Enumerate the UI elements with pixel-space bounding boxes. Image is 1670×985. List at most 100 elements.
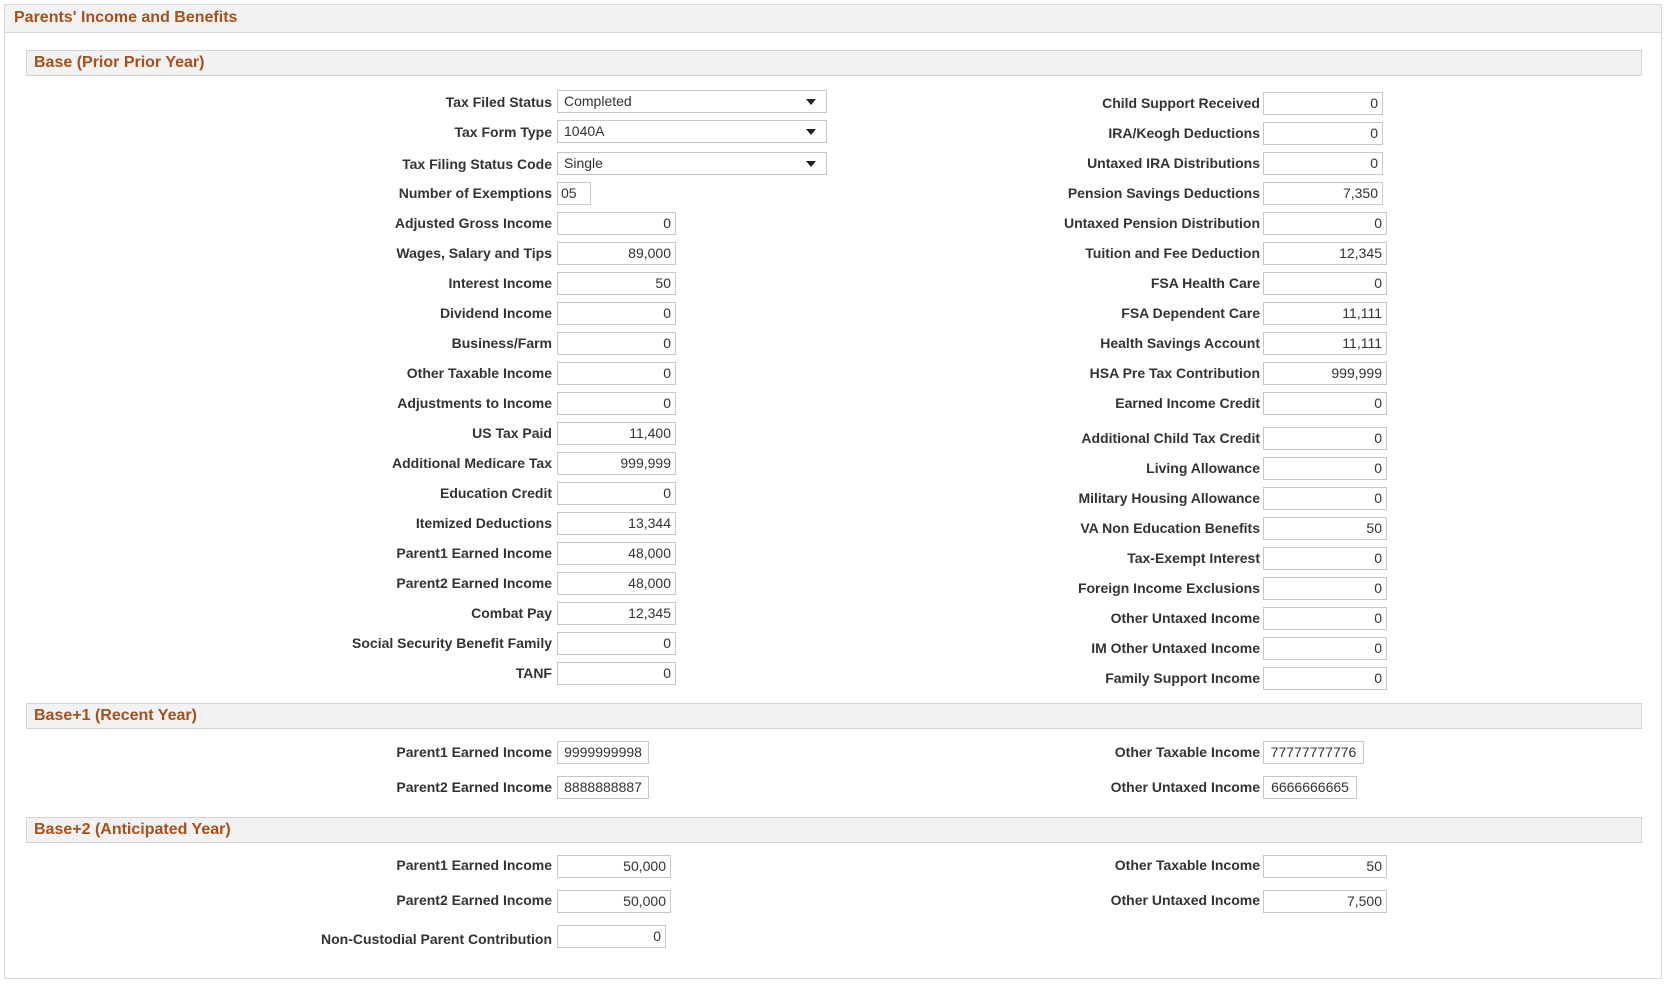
us-tax-paid-input[interactable]: 11,400 — [557, 422, 676, 445]
base2-parent2-earned-income-label: Parent2 Earned Income — [396, 892, 552, 908]
dividend-income-label: Dividend Income — [439, 305, 552, 321]
number-of-exemptions-input[interactable]: 05 — [557, 182, 591, 205]
tuition-fee-deduction-input[interactable]: 12,345 — [1263, 242, 1387, 265]
section-title-base1: Base+1 (Recent Year) — [34, 707, 197, 724]
base2-parent1-earned-income-input[interactable]: 50,000 — [557, 855, 671, 878]
health-savings-account-label: Health Savings Account — [1100, 335, 1260, 351]
section-title-base2: Base+2 (Anticipated Year) — [34, 821, 231, 838]
im-other-untaxed-income-input[interactable]: 0 — [1263, 637, 1387, 660]
tanf-input[interactable]: 0 — [557, 662, 676, 685]
fsa-health-care-input[interactable]: 0 — [1263, 272, 1387, 295]
military-housing-allowance-label: Military Housing Allowance — [1078, 490, 1260, 506]
untaxed-ira-distributions-input[interactable]: 0 — [1263, 152, 1383, 175]
additional-child-tax-credit-label: Additional Child Tax Credit — [1081, 430, 1260, 446]
combat-pay-input[interactable]: 12,345 — [557, 602, 676, 625]
base2-parent1-earned-income-label: Parent1 Earned Income — [396, 857, 552, 873]
untaxed-ira-distributions-label: Untaxed IRA Distributions — [1087, 155, 1260, 171]
family-support-income-label: Family Support Income — [1105, 670, 1260, 686]
pension-savings-deductions-label: Pension Savings Deductions — [1067, 185, 1260, 201]
other-untaxed-income-label: Other Untaxed Income — [1110, 610, 1260, 626]
ira-keogh-deductions-input[interactable]: 0 — [1263, 122, 1383, 145]
additional-child-tax-credit-input[interactable]: 0 — [1263, 427, 1387, 450]
im-other-untaxed-income-label: IM Other Untaxed Income — [1091, 640, 1260, 656]
tax-filing-status-code-value: Single — [564, 155, 603, 171]
foreign-income-exclusions-input[interactable]: 0 — [1263, 577, 1387, 600]
combat-pay-label: Combat Pay — [471, 605, 552, 621]
base1-other-untaxed-income-label: Other Untaxed Income — [1110, 779, 1260, 795]
adjustments-to-income-input[interactable]: 0 — [557, 392, 676, 415]
child-support-received-label: Child Support Received — [1102, 95, 1260, 111]
tax-form-type-value: 1040A — [564, 123, 605, 139]
section-header-base: Base (Prior Prior Year) — [26, 50, 1642, 76]
living-allowance-label: Living Allowance — [1146, 460, 1260, 476]
tax-filing-status-code-select[interactable]: Single — [557, 152, 827, 175]
dividend-income-input[interactable]: 0 — [557, 302, 676, 325]
fsa-dependent-care-input[interactable]: 11,111 — [1263, 302, 1387, 325]
adjustments-to-income-label: Adjustments to Income — [397, 395, 552, 411]
foreign-income-exclusions-label: Foreign Income Exclusions — [1077, 580, 1260, 596]
base2-other-untaxed-income-input[interactable]: 7,500 — [1263, 890, 1387, 913]
interest-income-input[interactable]: 50 — [557, 272, 676, 295]
base2-other-taxable-income-label: Other Taxable Income — [1114, 857, 1260, 873]
tax-filed-status-select[interactable]: Completed — [557, 90, 827, 113]
other-taxable-income-input[interactable]: 0 — [557, 362, 676, 385]
additional-medicare-tax-input[interactable]: 999,999 — [557, 452, 676, 475]
base2-other-untaxed-income-label: Other Untaxed Income — [1110, 892, 1260, 908]
tax-form-type-select[interactable]: 1040A — [557, 120, 827, 143]
parent1-earned-income-input[interactable]: 48,000 — [557, 542, 676, 565]
business-farm-label: Business/Farm — [451, 335, 552, 351]
page-title: Parents' Income and Benefits — [14, 9, 238, 26]
interest-income-label: Interest Income — [448, 275, 552, 291]
section-header-base1: Base+1 (Recent Year) — [26, 703, 1642, 729]
family-support-income-input[interactable]: 0 — [1263, 667, 1387, 690]
tax-filing-status-code-label: Tax Filing Status Code — [402, 156, 552, 172]
education-credit-label: Education Credit — [439, 485, 552, 501]
education-credit-input[interactable]: 0 — [557, 482, 676, 505]
itemized-deductions-input[interactable]: 13,344 — [557, 512, 676, 535]
child-support-received-input[interactable]: 0 — [1263, 92, 1383, 115]
us-tax-paid-label: US Tax Paid — [472, 425, 552, 441]
base1-other-untaxed-income-input[interactable]: 6666666665 — [1263, 776, 1357, 799]
health-savings-account-input[interactable]: 11,111 — [1263, 332, 1387, 355]
base1-other-taxable-income-label: Other Taxable Income — [1114, 744, 1260, 760]
base1-parent1-earned-income-input[interactable]: 9999999998 — [557, 741, 649, 764]
military-housing-allowance-input[interactable]: 0 — [1263, 487, 1387, 510]
parent2-earned-income-input[interactable]: 48,000 — [557, 572, 676, 595]
business-farm-input[interactable]: 0 — [557, 332, 676, 355]
non-custodial-parent-contribution-input[interactable]: 0 — [557, 925, 666, 948]
tax-filed-status-label: Tax Filed Status — [445, 94, 552, 110]
base2-parent2-earned-income-input[interactable]: 50,000 — [557, 890, 671, 913]
tax-filed-status-value: Completed — [564, 93, 632, 109]
other-taxable-income-label: Other Taxable Income — [406, 365, 552, 381]
section-title-base: Base (Prior Prior Year) — [34, 54, 205, 71]
va-non-education-benefits-input[interactable]: 50 — [1263, 517, 1387, 540]
base1-other-taxable-income-input[interactable]: 77777777776 — [1263, 741, 1364, 764]
non-custodial-parent-contribution-label: Non-Custodial Parent Contribution — [321, 931, 552, 947]
tax-exempt-interest-label: Tax-Exempt Interest — [1127, 550, 1260, 566]
adjusted-gross-income-input[interactable]: 0 — [557, 212, 676, 235]
living-allowance-input[interactable]: 0 — [1263, 457, 1387, 480]
hsa-pre-tax-contribution-input[interactable]: 999,999 — [1263, 362, 1387, 385]
ira-keogh-deductions-label: IRA/Keogh Deductions — [1108, 125, 1260, 141]
untaxed-pension-distribution-label: Untaxed Pension Distribution — [1063, 215, 1260, 231]
social-security-benefit-family-input[interactable]: 0 — [557, 632, 676, 655]
wages-salary-tips-input[interactable]: 89,000 — [557, 242, 676, 265]
other-untaxed-income-input[interactable]: 0 — [1263, 607, 1387, 630]
tax-exempt-interest-input[interactable]: 0 — [1263, 547, 1387, 570]
chevron-down-icon — [806, 161, 816, 167]
chevron-down-icon — [806, 129, 816, 135]
itemized-deductions-label: Itemized Deductions — [415, 515, 552, 531]
fsa-dependent-care-label: FSA Dependent Care — [1121, 305, 1260, 321]
base1-parent2-earned-income-input[interactable]: 8888888887 — [557, 776, 649, 799]
pension-savings-deductions-input[interactable]: 7,350 — [1263, 182, 1383, 205]
untaxed-pension-distribution-input[interactable]: 0 — [1263, 212, 1387, 235]
parent2-earned-income-label: Parent2 Earned Income — [396, 575, 552, 591]
earned-income-credit-input[interactable]: 0 — [1263, 392, 1387, 415]
fsa-health-care-label: FSA Health Care — [1150, 275, 1260, 291]
hsa-pre-tax-contribution-label: HSA Pre Tax Contribution — [1089, 365, 1260, 381]
base2-other-taxable-income-input[interactable]: 50 — [1263, 855, 1387, 878]
panel-header: Parents' Income and Benefits — [5, 5, 1661, 33]
tuition-fee-deduction-label: Tuition and Fee Deduction — [1085, 245, 1260, 261]
chevron-down-icon — [806, 99, 816, 105]
base1-parent2-earned-income-label: Parent2 Earned Income — [396, 779, 552, 795]
